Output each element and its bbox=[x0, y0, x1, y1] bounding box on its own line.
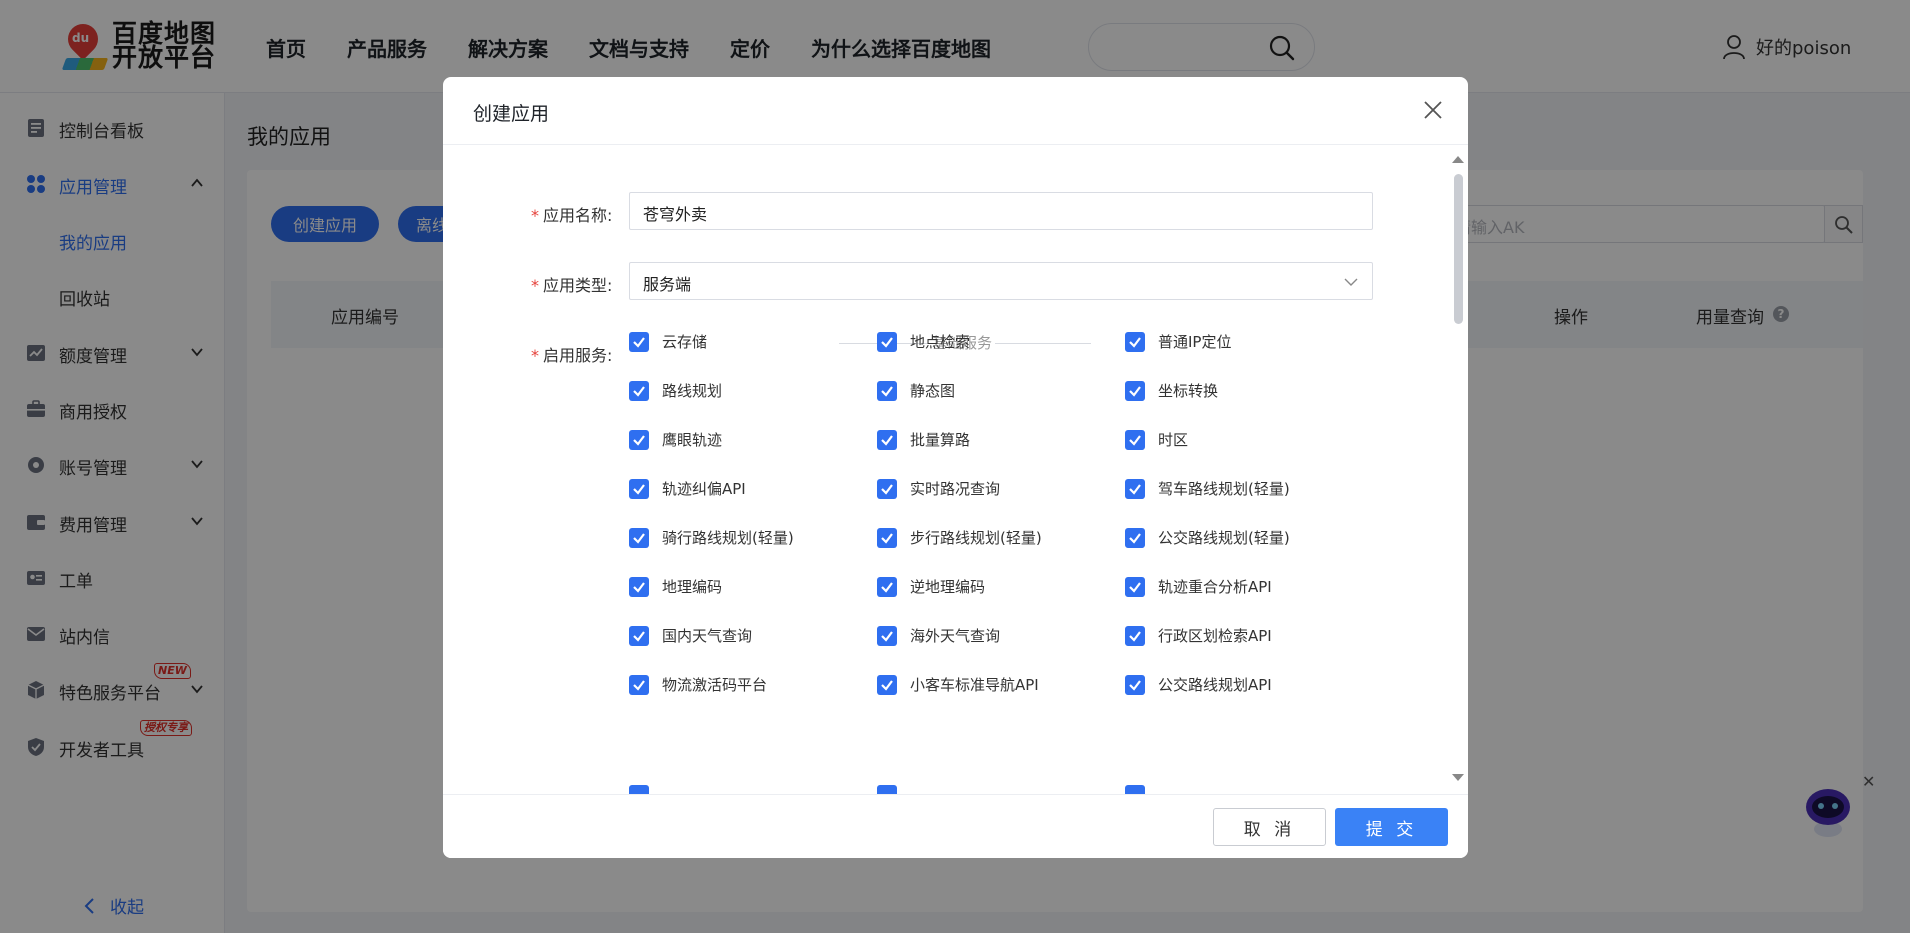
service-checkbox[interactable]: 轨迹重合分析API bbox=[1125, 576, 1272, 597]
checkbox-checked-icon[interactable] bbox=[629, 576, 649, 597]
service-checkbox[interactable]: 物流激活码平台 bbox=[629, 674, 767, 695]
service-label: 行政区划检索API bbox=[1158, 627, 1272, 645]
service-label: 静态图 bbox=[910, 382, 956, 400]
service-label: 小客车标准导航API bbox=[910, 676, 1039, 694]
service-label: 公交路线规划(轻量) bbox=[1158, 529, 1290, 547]
checkbox-checked-icon[interactable] bbox=[629, 331, 649, 352]
service-label: 路线规划 bbox=[662, 382, 723, 400]
checkbox-partial[interactable] bbox=[877, 785, 897, 794]
checkbox-checked-icon[interactable] bbox=[1125, 625, 1145, 646]
checkbox-partial[interactable] bbox=[1125, 785, 1145, 794]
checkbox-checked-icon[interactable] bbox=[877, 380, 897, 401]
service-checkbox[interactable]: 地点检索 bbox=[877, 331, 970, 352]
services-label: * 启用服务: bbox=[531, 346, 613, 365]
service-label: 坐标转换 bbox=[1158, 382, 1219, 400]
checkbox-checked-icon[interactable] bbox=[877, 331, 897, 352]
checkbox-partial[interactable] bbox=[629, 785, 649, 794]
create-app-dialog: 创建应用 * 应用名称: 苍穹外卖 * 应用类型: 服务端 * 启用服务: 基础服务 … bbox=[443, 77, 1468, 858]
service-checkbox[interactable]: 步行路线规划(轻量) bbox=[877, 527, 1042, 548]
service-label: 海外天气查询 bbox=[910, 627, 1001, 645]
checkbox-checked-icon[interactable] bbox=[877, 674, 897, 695]
service-label: 骑行路线规划(轻量) bbox=[662, 529, 794, 547]
service-checkbox[interactable]: 公交路线规划(轻量) bbox=[1125, 527, 1290, 548]
app-type-select[interactable]: 服务端 bbox=[629, 262, 1373, 300]
app-type-label: * 应用类型: bbox=[531, 276, 613, 295]
chevron-down-icon bbox=[1344, 278, 1358, 286]
checkbox-checked-icon[interactable] bbox=[629, 380, 649, 401]
service-label: 地点检索 bbox=[910, 333, 971, 351]
checkbox-checked-icon[interactable] bbox=[877, 478, 897, 499]
service-checkbox[interactable]: 路线规划 bbox=[629, 380, 722, 401]
dialog-title: 创建应用 bbox=[473, 103, 550, 125]
service-checkbox[interactable]: 逆地理编码 bbox=[877, 576, 985, 597]
checkbox-checked-icon[interactable] bbox=[877, 429, 897, 450]
service-label: 地理编码 bbox=[662, 578, 723, 596]
checkbox-checked-icon[interactable] bbox=[629, 674, 649, 695]
dialog-body: * 应用名称: 苍穹外卖 * 应用类型: 服务端 * 启用服务: 基础服务 云存储 地点… bbox=[443, 145, 1468, 794]
checkbox-checked-icon[interactable] bbox=[629, 429, 649, 450]
app-name-input[interactable]: 苍穹外卖 bbox=[629, 192, 1373, 230]
app-type-value: 服务端 bbox=[643, 275, 692, 294]
checkbox-checked-icon[interactable] bbox=[1125, 576, 1145, 597]
service-checkbox[interactable]: 静态图 bbox=[877, 380, 955, 401]
service-label: 逆地理编码 bbox=[910, 578, 986, 596]
service-label: 轨迹纠偏API bbox=[662, 480, 746, 498]
checkbox-checked-icon[interactable] bbox=[877, 576, 897, 597]
service-checkbox[interactable]: 公交路线规划API bbox=[1125, 674, 1272, 695]
service-checkbox[interactable]: 国内天气查询 bbox=[629, 625, 752, 646]
checkbox-checked-icon[interactable] bbox=[1125, 527, 1145, 548]
close-icon[interactable] bbox=[1422, 99, 1444, 121]
service-checkbox[interactable]: 鹰眼轨迹 bbox=[629, 429, 722, 450]
scroll-up-arrow-icon[interactable] bbox=[1452, 155, 1464, 163]
checkbox-checked-icon[interactable] bbox=[629, 527, 649, 548]
service-checkbox[interactable]: 时区 bbox=[1125, 429, 1188, 450]
checkbox-checked-icon[interactable] bbox=[1125, 478, 1145, 499]
cancel-button[interactable]: 取 消 bbox=[1213, 808, 1326, 846]
service-label: 实时路况查询 bbox=[910, 480, 1001, 498]
service-checkbox[interactable]: 实时路况查询 bbox=[877, 478, 1000, 499]
service-label: 驾车路线规划(轻量) bbox=[1158, 480, 1290, 498]
service-checkbox[interactable]: 小客车标准导航API bbox=[877, 674, 1039, 695]
service-checkbox[interactable]: 坐标转换 bbox=[1125, 380, 1218, 401]
service-label: 鹰眼轨迹 bbox=[662, 431, 723, 449]
service-checkbox[interactable]: 批量算路 bbox=[877, 429, 970, 450]
checkbox-checked-icon[interactable] bbox=[1125, 429, 1145, 450]
scroll-down-arrow-icon[interactable] bbox=[1452, 774, 1464, 782]
service-checkbox[interactable]: 云存储 bbox=[629, 331, 707, 352]
service-label: 公交路线规划API bbox=[1158, 676, 1272, 694]
dialog-header: 创建应用 bbox=[443, 77, 1468, 145]
service-label: 物流激活码平台 bbox=[662, 676, 768, 694]
service-checkbox[interactable]: 普通IP定位 bbox=[1125, 331, 1231, 352]
checkbox-checked-icon[interactable] bbox=[629, 478, 649, 499]
service-label: 云存储 bbox=[662, 333, 708, 351]
service-checkbox[interactable]: 驾车路线规划(轻量) bbox=[1125, 478, 1290, 499]
service-label: 时区 bbox=[1158, 431, 1189, 449]
app-name-label: * 应用名称: bbox=[531, 206, 613, 225]
service-label: 批量算路 bbox=[910, 431, 971, 449]
checkbox-checked-icon[interactable] bbox=[629, 625, 649, 646]
checkbox-checked-icon[interactable] bbox=[1125, 674, 1145, 695]
checkbox-checked-icon[interactable] bbox=[877, 527, 897, 548]
checkbox-checked-icon[interactable] bbox=[1125, 331, 1145, 352]
service-label: 普通IP定位 bbox=[1158, 333, 1232, 351]
service-checkbox[interactable]: 行政区划检索API bbox=[1125, 625, 1272, 646]
service-checkbox[interactable]: 轨迹纠偏API bbox=[629, 478, 746, 499]
scroll-thumb[interactable] bbox=[1454, 174, 1463, 324]
service-label: 轨迹重合分析API bbox=[1158, 578, 1272, 596]
checkbox-checked-icon[interactable] bbox=[877, 625, 897, 646]
service-checkbox[interactable]: 海外天气查询 bbox=[877, 625, 1000, 646]
submit-button[interactable]: 提 交 bbox=[1335, 808, 1448, 846]
service-checkbox[interactable]: 骑行路线规划(轻量) bbox=[629, 527, 794, 548]
service-checkbox[interactable]: 地理编码 bbox=[629, 576, 722, 597]
service-label: 步行路线规划(轻量) bbox=[910, 529, 1042, 547]
service-label: 国内天气查询 bbox=[662, 627, 753, 645]
checkbox-checked-icon[interactable] bbox=[1125, 380, 1145, 401]
